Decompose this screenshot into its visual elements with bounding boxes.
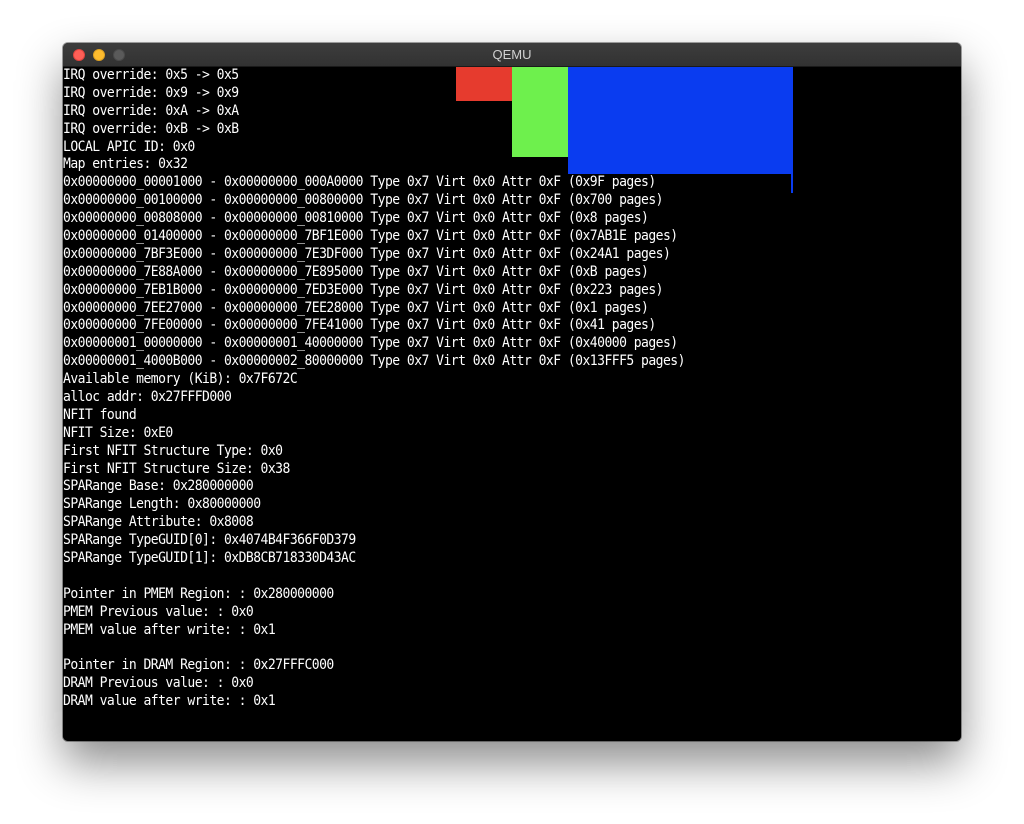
console-line: SPARange Attribute: 0x8008 xyxy=(63,514,254,531)
console-output: IRQ override: 0x5 -> 0x5 IRQ override: 0x… xyxy=(63,67,685,711)
console-line: Pointer in PMEM Region: : 0x280000000 xyxy=(63,585,334,602)
console-line: SPARange TypeGUID[1]: 0xDB8CB718330D43AC xyxy=(63,550,356,567)
console-line: First NFIT Structure Size: 0x38 xyxy=(63,460,290,477)
console-line: First NFIT Structure Type: 0x0 xyxy=(63,442,283,459)
console-line: PMEM Previous value: : 0x0 xyxy=(63,603,254,620)
console-line: alloc addr: 0x27FFFD000 xyxy=(63,389,232,406)
console-line: 0x00000000_7EE27000 - 0x00000000_7EE2800… xyxy=(63,299,649,316)
console-line: IRQ override: 0xA -> 0xA xyxy=(63,102,239,119)
console-line: SPARange Base: 0x280000000 xyxy=(63,478,254,495)
blue-framebuffer-edge xyxy=(791,173,793,193)
console-line: 0x00000000_01400000 - 0x00000000_7BF1E00… xyxy=(63,228,678,245)
console-line: Map entries: 0x32 xyxy=(63,156,188,173)
console-line: IRQ override: 0x9 -> 0x9 xyxy=(63,84,239,101)
console-line: 0x00000000_00808000 - 0x00000000_0081000… xyxy=(63,210,649,227)
console-line: 0x00000000_00100000 - 0x00000000_0080000… xyxy=(63,192,664,209)
console-line: NFIT found xyxy=(63,406,137,423)
console-line: 0x00000000_7FE00000 - 0x00000000_7FE4100… xyxy=(63,317,656,334)
console-line: SPARange TypeGUID[0]: 0x4074B4F366F0D379 xyxy=(63,532,356,549)
console-line: 0x00000000_7EB1B000 - 0x00000000_7ED3E00… xyxy=(63,281,664,298)
console-line: PMEM value after write: : 0x1 xyxy=(63,621,276,638)
console-line: SPARange Length: 0x80000000 xyxy=(63,496,261,513)
console-line: LOCAL APIC ID: 0x0 xyxy=(63,138,195,155)
console-line: IRQ override: 0xB -> 0xB xyxy=(63,120,239,137)
console-line: 0x00000000_7BF3E000 - 0x00000000_7E3DF00… xyxy=(63,245,671,262)
console-line: NFIT Size: 0xE0 xyxy=(63,424,173,441)
window-title: QEMU xyxy=(492,47,532,62)
console-line: Available memory (KiB): 0x7F672C xyxy=(63,371,298,388)
title-bar[interactable]: QEMU xyxy=(63,43,961,67)
console-line: Pointer in DRAM Region: : 0x27FFFC000 xyxy=(63,657,334,674)
qemu-window: QEMU IRQ override: 0x5 -> 0x5 IRQ overrid… xyxy=(63,43,961,741)
console-line: 0x00000001_4000B000 - 0x00000002_8000000… xyxy=(63,353,685,370)
console-line: 0x00000001_00000000 - 0x00000001_4000000… xyxy=(63,335,678,352)
console-line: DRAM Previous value: : 0x0 xyxy=(63,675,254,692)
qemu-display[interactable]: IRQ override: 0x5 -> 0x5 IRQ override: 0x… xyxy=(63,67,961,741)
console-line: 0x00000000_00001000 - 0x00000000_000A000… xyxy=(63,174,656,191)
console-line: 0x00000000_7E88A000 - 0x00000000_7E89500… xyxy=(63,263,649,280)
console-line: DRAM value after write: : 0x1 xyxy=(63,693,276,710)
console-line: IRQ override: 0x5 -> 0x5 xyxy=(63,67,239,83)
